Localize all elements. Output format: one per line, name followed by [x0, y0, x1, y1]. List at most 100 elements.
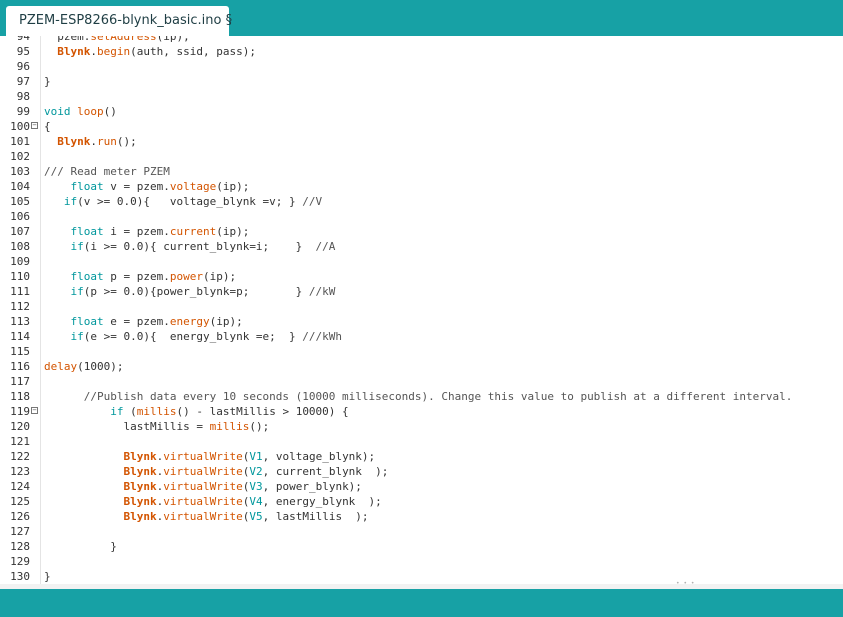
- line-number: 127: [10, 525, 30, 538]
- code-line[interactable]: 127: [0, 524, 843, 539]
- code-line[interactable]: 103 /// Read meter PZEM: [0, 164, 843, 179]
- code-line[interactable]: 105 if(v >= 0.0){ voltage_blynk =v; } //…: [0, 194, 843, 209]
- code-line[interactable]: 109: [0, 254, 843, 269]
- code-line[interactable]: 121: [0, 434, 843, 449]
- code-line[interactable]: 98: [0, 89, 843, 104]
- line-number: 121: [10, 435, 30, 448]
- code-line[interactable]: 129: [0, 554, 843, 569]
- fold-toggle-icon[interactable]: −: [31, 122, 38, 129]
- code-editor[interactable]: 94 pzem.setAddress(ip); 95 Blynk.begin(au…: [0, 36, 843, 584]
- code-line[interactable]: 123 Blynk.virtualWrite(V2, current_blynk…: [0, 464, 843, 479]
- code-token: virtualWrite: [163, 495, 243, 508]
- code-text: Blynk.virtualWrite(V3, power_blynk);: [44, 479, 362, 494]
- code-token: (ip);: [216, 225, 250, 238]
- code-line[interactable]: 97}: [0, 74, 843, 89]
- code-token: .: [90, 135, 97, 148]
- line-number: 111: [10, 285, 30, 298]
- code-line[interactable]: 111 if(p >= 0.0){power_blynk=p; } //kW: [0, 284, 843, 299]
- code-token: setAddress: [90, 36, 157, 43]
- line-number: 108: [10, 240, 30, 253]
- line-number: 106: [10, 210, 30, 223]
- code-line[interactable]: 100−{: [0, 119, 843, 134]
- code-line[interactable]: 117: [0, 374, 843, 389]
- code-token: energy: [169, 315, 210, 328]
- code-token: (ip);: [202, 270, 237, 283]
- code-text: float e = pzem.energy(ip);: [44, 314, 243, 329]
- line-number: 102: [10, 150, 30, 163]
- code-token: (ip);: [156, 36, 190, 43]
- code-token: , lastMillis );: [262, 510, 369, 523]
- code-line[interactable]: 120 lastMillis = millis();: [0, 419, 843, 434]
- code-line[interactable]: 124 Blynk.virtualWrite(V3, power_blynk);: [0, 479, 843, 494]
- code-token: ///kWh: [302, 330, 343, 343]
- line-number: 114: [10, 330, 30, 343]
- code-line[interactable]: 101 Blynk.run();: [0, 134, 843, 149]
- code-token: loop: [77, 105, 104, 118]
- code-line[interactable]: 125 Blynk.virtualWrite(V4, energy_blynk …: [0, 494, 843, 509]
- code-token: if: [110, 405, 124, 418]
- code-line[interactable]: 94 pzem.setAddress(ip);: [0, 36, 843, 44]
- code-text: {: [44, 119, 51, 134]
- code-token: run: [97, 135, 117, 148]
- code-token: //V: [302, 195, 323, 208]
- code-text: //Publish data every 10 seconds (10000 m…: [44, 389, 793, 404]
- code-line[interactable]: 130}: [0, 569, 843, 584]
- code-text: }: [44, 74, 51, 89]
- code-token: V1: [249, 450, 263, 463]
- code-line[interactable]: 106: [0, 209, 843, 224]
- code-token: //Publish data every 10 seconds (10000 m…: [83, 390, 793, 403]
- code-line[interactable]: 102: [0, 149, 843, 164]
- code-line[interactable]: 116 delay(1000);: [0, 359, 843, 374]
- code-token: V3: [249, 480, 263, 493]
- code-line[interactable]: 99 void loop(): [0, 104, 843, 119]
- code-line[interactable]: 104 float v = pzem.voltage(ip);: [0, 179, 843, 194]
- code-token: , power_blynk);: [262, 480, 362, 493]
- line-number: 95: [16, 45, 30, 58]
- code-text: Blynk.virtualWrite(V1, voltage_blynk);: [44, 449, 375, 464]
- line-number: 98: [16, 90, 30, 103]
- code-text: lastMillis = millis();: [44, 419, 269, 434]
- tab-sketch-file[interactable]: PZEM-ESP8266-blynk_basic.ino §: [6, 6, 232, 36]
- code-token: if: [63, 195, 78, 208]
- code-line[interactable]: 126 Blynk.virtualWrite(V5, lastMillis );: [0, 509, 843, 524]
- code-line[interactable]: 110 float p = pzem.power(ip);: [0, 269, 843, 284]
- code-token: begin: [97, 45, 131, 58]
- code-line[interactable]: 108 if(i >= 0.0){ current_blynk=i; } //A: [0, 239, 843, 254]
- code-token: ();: [249, 420, 270, 433]
- code-token: (: [123, 405, 137, 418]
- line-number: 130: [10, 570, 30, 583]
- code-line[interactable]: 112: [0, 299, 843, 314]
- code-token: (1000);: [77, 360, 124, 373]
- code-token: , energy_blynk );: [262, 495, 382, 508]
- code-line[interactable]: 119− if (millis() - lastMillis > 10000) …: [0, 404, 843, 419]
- code-token: float: [70, 180, 104, 193]
- code-token: //kW: [308, 285, 336, 298]
- code-token: float: [70, 225, 104, 238]
- code-line[interactable]: 107 float i = pzem.current(ip);: [0, 224, 843, 239]
- line-number: 94: [16, 36, 30, 43]
- code-line[interactable]: 96: [0, 59, 843, 74]
- resize-grip-icon[interactable]: • • •: [676, 580, 695, 587]
- code-token: voltage: [169, 180, 217, 193]
- code-line[interactable]: 95 Blynk.begin(auth, ssid, pass);: [0, 44, 843, 59]
- code-line[interactable]: 115: [0, 344, 843, 359]
- code-line[interactable]: 128 }: [0, 539, 843, 554]
- code-line[interactable]: 113 float e = pzem.energy(ip);: [0, 314, 843, 329]
- code-line[interactable]: 118 //Publish data every 10 seconds (100…: [0, 389, 843, 404]
- code-token: i = pzem.: [103, 225, 170, 238]
- code-token: Blynk: [123, 480, 157, 493]
- line-number: 100: [10, 120, 30, 133]
- code-text: if(i >= 0.0){ current_blynk=i; } //A: [44, 239, 336, 254]
- code-line[interactable]: 114 if(e >= 0.0){ energy_blynk =e; } ///…: [0, 329, 843, 344]
- fold-toggle-icon[interactable]: −: [31, 407, 38, 414]
- code-line[interactable]: 122 Blynk.virtualWrite(V1, voltage_blynk…: [0, 449, 843, 464]
- code-token: virtualWrite: [163, 450, 243, 463]
